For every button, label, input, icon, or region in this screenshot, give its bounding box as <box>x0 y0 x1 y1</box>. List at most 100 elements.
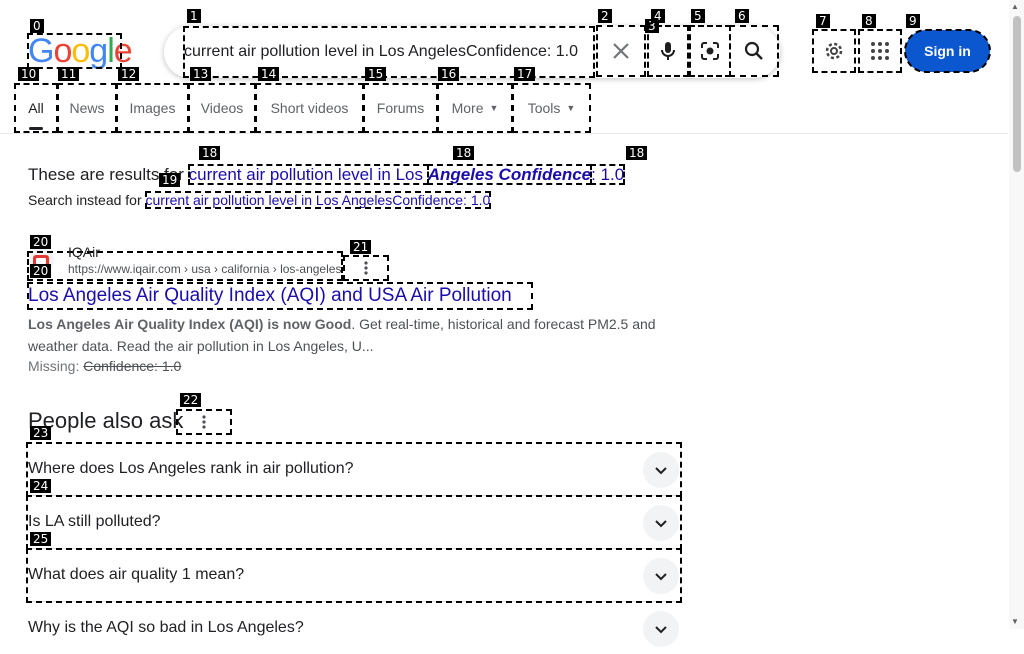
paa-question[interactable]: Where does Los Angeles rank in air pollu… <box>26 442 682 497</box>
more-vert-icon <box>364 261 368 275</box>
caret-down-icon: ▼ <box>489 103 499 113</box>
missing-terms: Missing: Confidence: 1.0 <box>28 358 181 374</box>
tab-label: Short videos <box>270 100 349 116</box>
tab-label: Tools <box>527 100 561 116</box>
people-also-ask-heading: People also ask <box>28 408 184 433</box>
search-icon <box>744 41 763 60</box>
tab-short-videos[interactable]: Short videos <box>255 83 364 133</box>
caret-down-icon: ▼ <box>566 103 576 113</box>
mark-label: 20 <box>30 264 52 278</box>
mark-label: 24 <box>30 479 52 493</box>
mark-label: 20 <box>30 235 52 249</box>
apps-button[interactable] <box>858 29 902 73</box>
mark-label: 16 <box>438 67 460 81</box>
tab-label: News <box>69 100 105 116</box>
voice-search-button[interactable] <box>647 25 689 77</box>
search-instead-link[interactable]: current air pollution level in Los Angel… <box>144 191 492 209</box>
corrected-query-link[interactable]: : 1.0 <box>590 164 626 185</box>
chevron-down-icon <box>643 452 679 488</box>
settings-button[interactable] <box>812 29 856 73</box>
mark-label: 12 <box>118 67 140 81</box>
logo-letter: e <box>113 32 133 70</box>
mark-label: 21 <box>350 240 372 254</box>
sign-in-button[interactable]: Sign in <box>904 29 991 73</box>
logo-letter: o <box>71 32 90 70</box>
result-site-name: IQAir <box>68 244 100 260</box>
tab-label: Forums <box>376 100 425 116</box>
tab-more[interactable]: More ▼ <box>437 83 513 133</box>
search-tabs: All News Images Videos Short videos Foru… <box>14 83 591 134</box>
mark-label: 13 <box>190 67 212 81</box>
paa-question[interactable]: What does air quality 1 mean? <box>26 548 682 603</box>
mark-label: 5 <box>691 9 705 23</box>
logo-letter: g <box>89 32 108 70</box>
chevron-down-icon <box>643 558 679 594</box>
camera-lens-icon <box>701 42 719 60</box>
clear-button[interactable] <box>596 25 646 77</box>
mark-label: 0 <box>30 19 44 33</box>
tab-images[interactable]: Images <box>116 83 189 133</box>
original-query-line: Search instead for current air pollution… <box>28 191 492 209</box>
tab-forums[interactable]: Forums <box>363 83 438 133</box>
tab-label: Images <box>129 100 176 116</box>
mark-label: 25 <box>30 532 52 546</box>
paa-options-button[interactable] <box>176 409 232 435</box>
chevron-down-icon <box>643 505 679 541</box>
tab-all[interactable]: All <box>14 83 58 133</box>
snippet-highlight: Los Angeles Air Quality Index (AQI) is n… <box>28 316 352 332</box>
tab-label: All <box>28 100 44 116</box>
chevron-down-icon <box>643 611 679 647</box>
result-options-button[interactable] <box>343 255 389 281</box>
result-title-link[interactable]: Los Angeles Air Quality Index (AQI) and … <box>27 282 533 310</box>
mark-label: 10 <box>18 67 40 81</box>
scroll-down-arrow-icon[interactable]: ▼ <box>1011 617 1019 626</box>
mark-label: 17 <box>514 67 536 81</box>
more-vert-icon <box>202 415 206 429</box>
mark-label: 9 <box>906 14 920 28</box>
corrected-query-link[interactable]: Angeles Confidence <box>426 164 593 185</box>
mark-label: 7 <box>816 14 830 28</box>
gear-icon <box>825 42 843 60</box>
missing-terms-value: Confidence: 1.0 <box>83 358 182 374</box>
missing-label: Missing: <box>28 358 84 374</box>
tab-news[interactable]: News <box>57 83 117 133</box>
mark-label: 22 <box>180 393 202 407</box>
mark-label: 23 <box>30 426 52 440</box>
mark-label: 15 <box>365 67 387 81</box>
mark-label: 18 <box>199 146 221 160</box>
mark-label: 18 <box>453 146 475 160</box>
close-icon <box>613 43 629 59</box>
google-logo[interactable]: Google <box>27 32 133 70</box>
mark-label: 1 <box>187 9 201 23</box>
logo-letter: o <box>53 32 72 70</box>
mark-label: 14 <box>258 67 280 81</box>
mark-label: 18 <box>626 146 648 160</box>
apps-grid-icon <box>871 42 889 60</box>
paa-question[interactable]: Is LA still polluted? <box>26 495 682 550</box>
image-search-button[interactable] <box>689 25 731 77</box>
mark-label: 4 <box>651 9 665 23</box>
mark-label: 8 <box>862 14 876 28</box>
tab-tools[interactable]: Tools ▼ <box>512 83 591 133</box>
search-instead-prefix: Search instead for <box>28 192 146 208</box>
paa-question-text: Where does Los Angeles rank in air pollu… <box>28 460 354 477</box>
paa-question[interactable]: Why is the AQI so bad in Los Angeles? <box>27 602 681 654</box>
tab-videos[interactable]: Videos <box>188 83 256 133</box>
mark-label: 2 <box>598 9 612 23</box>
scroll-up-arrow-icon[interactable]: ▲ <box>1011 2 1019 11</box>
result-url: https://www.iqair.com › usa › california… <box>68 262 342 276</box>
microphone-icon <box>661 42 675 60</box>
mark-label: 11 <box>58 67 80 81</box>
mark-label: 6 <box>735 9 749 23</box>
scrollbar-thumb[interactable] <box>1013 16 1021 172</box>
search-button[interactable] <box>729 25 779 77</box>
corrected-query-link[interactable]: current air pollution level in Los <box>187 164 429 185</box>
tabs-divider <box>0 133 1008 134</box>
result-snippet: Los Angeles Air Quality Index (AQI) is n… <box>28 313 668 357</box>
tab-label: Videos <box>200 100 244 116</box>
corrected-query-line: These are results for current air pollut… <box>28 164 626 185</box>
paa-question-text: What does air quality 1 mean? <box>28 566 245 583</box>
paa-question-text: Why is the AQI so bad in Los Angeles? <box>28 619 304 636</box>
tab-label: More <box>451 100 484 116</box>
mark-label: 19 <box>159 173 181 187</box>
